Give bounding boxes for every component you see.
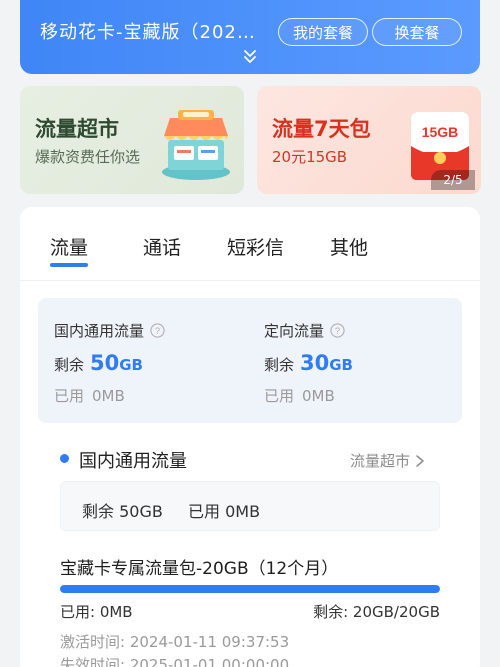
detail-used: 已用 0MB	[188, 502, 261, 521]
remaining-value: 30	[300, 351, 330, 375]
remaining-unit: GB	[329, 356, 353, 374]
double-chevron-down-icon[interactable]	[241, 48, 259, 66]
plan-name[interactable]: 移动花卡-宝藏版（202…	[40, 18, 256, 44]
package-activation-time: 激活时间: 2024-01-11 09:37:53	[60, 633, 290, 651]
remaining-amount: 剩余 50GB	[54, 351, 143, 375]
pack-badge-text: 15GB	[422, 124, 459, 140]
my-plan-button[interactable]: 我的套餐	[278, 18, 368, 46]
summary-title: 国内通用流量 ?	[54, 320, 165, 341]
data-summary: 国内通用流量 ? 剩余 50GB 已用 0MB 定向流量 ? 剩余 30GB 已…	[38, 298, 462, 423]
package-remaining: 剩余: 20GB/20GB	[313, 603, 440, 621]
carousel-page-indicator: 2/5	[431, 170, 475, 190]
summary-title: 定向流量 ?	[264, 320, 345, 341]
package-progress-fill	[60, 585, 440, 593]
remaining-amount: 剩余 30GB	[264, 351, 353, 375]
promo-title: 流量超市	[35, 117, 119, 141]
tab-calls[interactable]: 通话	[143, 233, 181, 260]
promo-subtitle: 爆款资费任你选	[35, 148, 141, 166]
package-progress-bar	[60, 585, 440, 593]
chevron-right-icon	[416, 454, 424, 467]
svg-text:?: ?	[155, 326, 160, 336]
shop-icon	[162, 110, 230, 180]
used-amount: 已用 0MB	[264, 387, 335, 405]
switch-plan-button[interactable]: 换套餐	[372, 18, 462, 46]
traffic-market-link[interactable]: 流量超市	[350, 450, 426, 471]
usage-card: 流量 通话 短彩信 其他 国内通用流量 ? 剩余 50GB 已用 0MB 定向流量	[20, 207, 480, 667]
used-amount: 已用 0MB	[54, 387, 125, 405]
targeted-data-summary[interactable]: 定向流量 ? 剩余 30GB 已用 0MB	[264, 298, 464, 423]
section-title: 国内通用流量	[79, 451, 187, 472]
package-expiry-time: 失效时间: 2025-01-01 00:00:00	[60, 656, 290, 667]
promo-subtitle: 20元15GB	[272, 148, 348, 166]
tab-other[interactable]: 其他	[330, 233, 368, 260]
package-title: 宝藏卡专属流量包-20GB（12个月）	[60, 559, 339, 579]
tab-data[interactable]: 流量	[50, 233, 88, 260]
domestic-data-summary[interactable]: 国内通用流量 ? 剩余 50GB 已用 0MB	[54, 298, 254, 423]
tab-sms[interactable]: 短彩信	[227, 233, 284, 260]
traffic-market-card[interactable]: 流量超市 爆款资费任你选	[20, 86, 244, 194]
promo-title: 流量7天包	[272, 117, 371, 141]
active-tab-indicator	[50, 263, 88, 267]
help-icon[interactable]: ?	[150, 323, 165, 338]
svg-text:?: ?	[335, 326, 340, 336]
summary-title-text: 国内通用流量	[54, 322, 145, 340]
remaining-unit: GB	[119, 356, 143, 374]
summary-title-text: 定向流量	[264, 322, 325, 340]
plan-header: 移动花卡-宝藏版（202… 我的套餐 换套餐	[20, 0, 480, 74]
help-icon[interactable]: ?	[330, 323, 345, 338]
usage-tabs: 流量 通话 短彩信 其他	[20, 207, 480, 281]
domestic-data-detail: 剩余 50GB 已用 0MB	[60, 481, 440, 531]
section-bullet	[60, 454, 69, 463]
traffic-7day-pack-card[interactable]: 流量7天包 20元15GB 15GB 2/5	[257, 86, 481, 194]
remaining-value: 50	[90, 351, 120, 375]
package-used: 已用: 0MB	[60, 603, 133, 621]
detail-remaining: 剩余 50GB	[82, 502, 163, 521]
